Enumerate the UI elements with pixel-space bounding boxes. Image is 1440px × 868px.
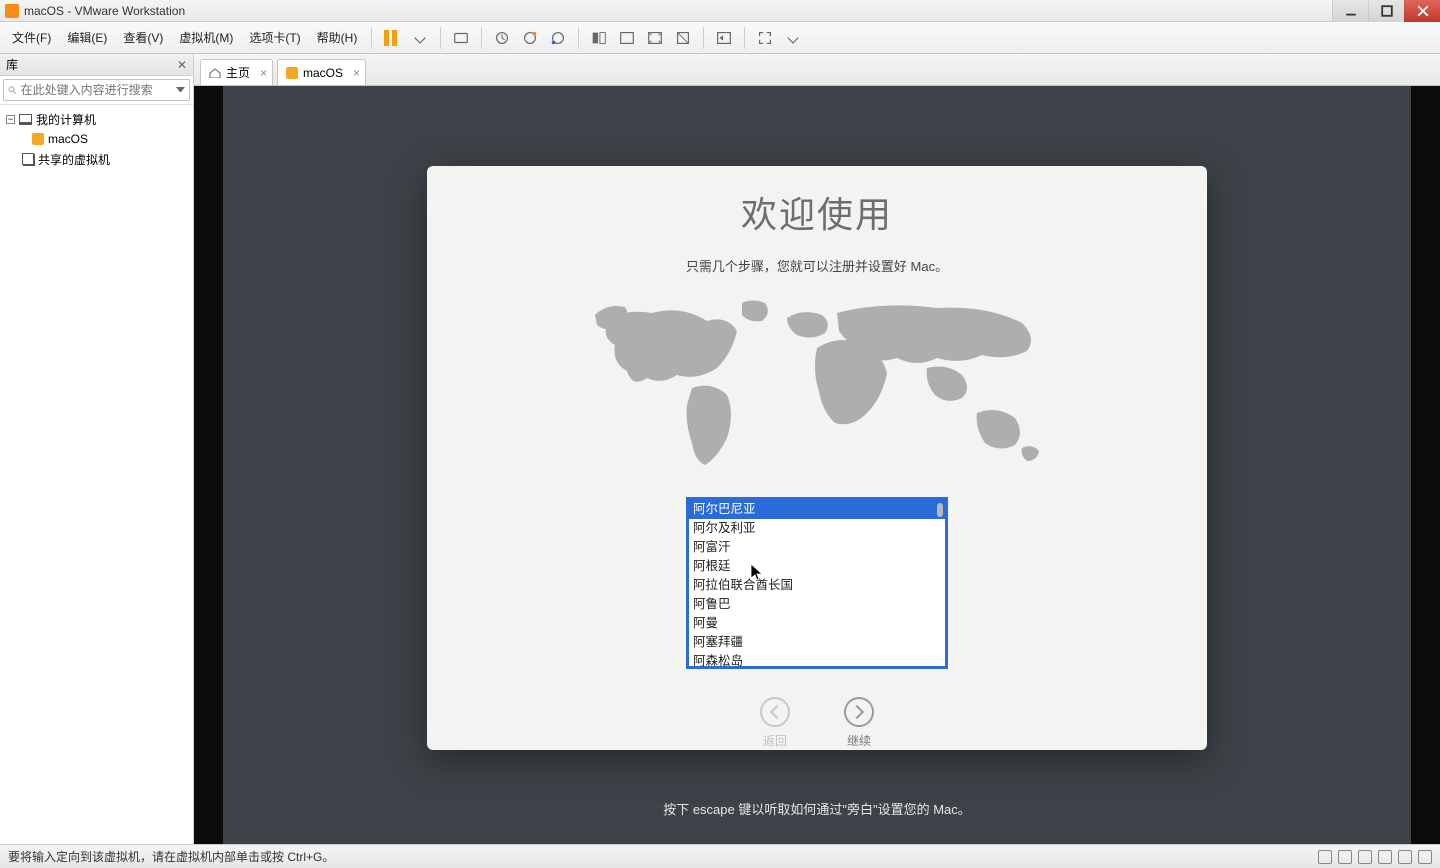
country-list[interactable]: 阿尔巴尼亚 阿尔及利亚 阿富汗 阿根廷 阿拉伯联合酋长国 阿鲁巴 阿曼 阿塞拜疆… bbox=[686, 497, 948, 669]
collapse-icon[interactable]: − bbox=[6, 115, 15, 124]
tab-macos[interactable]: macOS × bbox=[277, 59, 366, 85]
status-hint: 要将输入定向到该虚拟机，请在虚拟机内部单击或按 Ctrl+G。 bbox=[8, 848, 334, 865]
tree-label: 我的计算机 bbox=[36, 111, 96, 128]
list-item[interactable]: 阿尔及利亚 bbox=[689, 519, 945, 538]
list-item[interactable]: 阿根廷 bbox=[689, 557, 945, 576]
tray-message-icon[interactable] bbox=[1418, 850, 1432, 864]
list-item[interactable]: 阿鲁巴 bbox=[689, 595, 945, 614]
close-button[interactable] bbox=[1404, 0, 1440, 22]
search-box[interactable] bbox=[3, 79, 190, 101]
world-map bbox=[577, 293, 1057, 483]
scrollbar-thumb[interactable] bbox=[937, 503, 943, 517]
tab-home[interactable]: 主页 × bbox=[200, 59, 273, 85]
continue-button[interactable]: 继续 bbox=[844, 697, 874, 749]
escape-hint: 按下 escape 键以听取如何通过"旁白"设置您的 Mac。 bbox=[223, 799, 1411, 818]
menubar: 文件(F) 编辑(E) 查看(V) 虚拟机(M) 选项卡(T) 帮助(H) bbox=[0, 22, 1440, 54]
list-item[interactable]: 阿拉伯联合酋长国 bbox=[689, 576, 945, 595]
menu-tabs[interactable]: 选项卡(T) bbox=[241, 25, 308, 50]
snapshot-button[interactable] bbox=[491, 27, 513, 49]
window-controls bbox=[1332, 0, 1440, 22]
home-icon bbox=[209, 68, 221, 78]
arrow-left-icon bbox=[770, 705, 784, 719]
minimize-button[interactable] bbox=[1332, 0, 1368, 22]
app-icon bbox=[5, 4, 19, 18]
back-label: 返回 bbox=[763, 732, 787, 749]
search-icon bbox=[8, 84, 17, 96]
vm-icon bbox=[32, 133, 44, 145]
status-tray bbox=[1318, 850, 1432, 864]
menu-help[interactable]: 帮助(H) bbox=[309, 25, 366, 50]
vm-screen[interactable]: 欢迎使用 只需几个步骤，您就可以注册并设置好 Mac。 bbox=[223, 86, 1411, 844]
pause-button[interactable] bbox=[381, 27, 403, 49]
main-panel: 主页 × macOS × 欢迎使用 只需几个步骤，您就可以注册并设置好 Mac。 bbox=[194, 54, 1440, 844]
snapshot-revert-button[interactable] bbox=[547, 27, 569, 49]
power-dropdown[interactable] bbox=[409, 27, 431, 49]
maximize-button[interactable] bbox=[1368, 0, 1404, 22]
separator bbox=[744, 27, 745, 49]
shared-icon bbox=[22, 153, 34, 165]
workspace: 库 ✕ − 我的计算机 macOS 共享的虚拟机 bbox=[0, 54, 1440, 844]
separator bbox=[703, 27, 704, 49]
library-tree: − 我的计算机 macOS 共享的虚拟机 bbox=[0, 105, 193, 844]
enter-fullscreen-button[interactable] bbox=[713, 27, 735, 49]
tray-disk-icon[interactable] bbox=[1318, 850, 1332, 864]
separator bbox=[440, 27, 441, 49]
list-item[interactable]: 阿尔巴尼亚 bbox=[689, 500, 945, 519]
window-title: macOS - VMware Workstation bbox=[24, 4, 185, 18]
menu-file[interactable]: 文件(F) bbox=[4, 25, 59, 50]
vm-display[interactable]: 欢迎使用 只需几个步骤，您就可以注册并设置好 Mac。 bbox=[194, 86, 1440, 844]
titlebar: macOS - VMware Workstation bbox=[0, 0, 1440, 22]
fullscreen-button[interactable] bbox=[754, 27, 776, 49]
arrow-right-icon bbox=[850, 705, 864, 719]
menu-vm[interactable]: 虚拟机(M) bbox=[171, 25, 241, 50]
separator bbox=[481, 27, 482, 49]
search-dropdown-icon[interactable] bbox=[176, 87, 185, 93]
vm-icon bbox=[286, 67, 298, 79]
welcome-title: 欢迎使用 bbox=[741, 186, 893, 238]
continue-label: 继续 bbox=[847, 732, 871, 749]
tray-network-icon[interactable] bbox=[1358, 850, 1372, 864]
list-item[interactable]: 阿富汗 bbox=[689, 538, 945, 557]
snapshot-manage-button[interactable] bbox=[519, 27, 541, 49]
view-stretch-button[interactable] bbox=[644, 27, 666, 49]
fullscreen-dropdown[interactable] bbox=[782, 27, 804, 49]
tab-strip: 主页 × macOS × bbox=[194, 54, 1440, 86]
nav-buttons: 返回 继续 bbox=[760, 697, 874, 749]
menu-view[interactable]: 查看(V) bbox=[115, 25, 171, 50]
library-title: 库 bbox=[6, 56, 18, 73]
tray-usb-icon[interactable] bbox=[1378, 850, 1392, 864]
computer-icon bbox=[19, 114, 32, 125]
list-item[interactable]: 阿森松岛 bbox=[689, 652, 945, 669]
library-search bbox=[0, 76, 193, 105]
tree-item-macos[interactable]: macOS bbox=[4, 129, 189, 149]
tray-cd-icon[interactable] bbox=[1338, 850, 1352, 864]
view-single-button[interactable] bbox=[588, 27, 610, 49]
tree-label: 共享的虚拟机 bbox=[38, 151, 110, 168]
view-console-button[interactable] bbox=[616, 27, 638, 49]
statusbar: 要将输入定向到该虚拟机，请在虚拟机内部单击或按 Ctrl+G。 bbox=[0, 844, 1440, 868]
back-button: 返回 bbox=[760, 697, 790, 749]
separator bbox=[371, 27, 372, 49]
tree-shared-vms[interactable]: 共享的虚拟机 bbox=[4, 149, 189, 169]
tree-my-computers[interactable]: − 我的计算机 bbox=[4, 109, 189, 129]
library-header: 库 ✕ bbox=[0, 54, 193, 76]
tab-close-button[interactable]: × bbox=[353, 66, 360, 80]
list-item[interactable]: 阿塞拜疆 bbox=[689, 633, 945, 652]
tab-label: 主页 bbox=[226, 64, 250, 81]
welcome-subtitle: 只需几个步骤，您就可以注册并设置好 Mac。 bbox=[686, 256, 948, 275]
view-unity-button[interactable] bbox=[672, 27, 694, 49]
library-panel: 库 ✕ − 我的计算机 macOS 共享的虚拟机 bbox=[0, 54, 194, 844]
send-ctrl-alt-del-button[interactable] bbox=[450, 27, 472, 49]
menu-edit[interactable]: 编辑(E) bbox=[59, 25, 115, 50]
tab-close-button[interactable]: × bbox=[260, 66, 267, 80]
macos-welcome-dialog: 欢迎使用 只需几个步骤，您就可以注册并设置好 Mac。 bbox=[427, 166, 1207, 750]
search-input[interactable] bbox=[21, 83, 176, 97]
library-close-button[interactable]: ✕ bbox=[177, 58, 187, 72]
list-item[interactable]: 阿曼 bbox=[689, 614, 945, 633]
tray-sound-icon[interactable] bbox=[1398, 850, 1412, 864]
tree-label: macOS bbox=[48, 132, 88, 146]
tab-label: macOS bbox=[303, 66, 343, 80]
separator bbox=[578, 27, 579, 49]
